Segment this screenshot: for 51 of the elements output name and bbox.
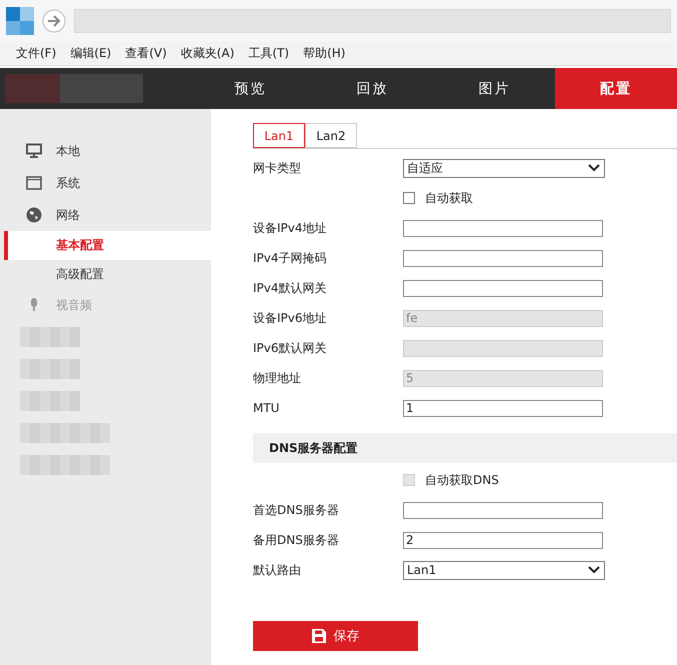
redacted-item [20,327,80,347]
chevron-down-icon [587,163,601,173]
nav-tab[interactable]: 预览 [190,68,312,109]
field-label: 首选DNS服务器 [253,502,340,518]
input-field[interactable] [403,250,603,266]
nav-tab[interactable]: 配置 [555,68,677,109]
sidebar-item[interactable]: 本地 [0,135,211,167]
field-label: 默认路由 [253,562,302,578]
input-field[interactable]: 2 [403,532,603,548]
menu-item[interactable]: 工具(T) [248,45,290,62]
menu-item[interactable]: 帮助(H) [303,45,346,62]
nav-tab[interactable]: 回放 [312,68,434,109]
input-field[interactable] [403,502,603,518]
field-label: 物理地址 [253,370,302,386]
window-icon [26,175,42,191]
monitor-icon [26,143,42,159]
input-field[interactable] [403,280,603,296]
dropdown[interactable]: Lan1 [403,560,605,580]
menu-item[interactable]: 收藏夹(A) [180,45,234,62]
field-label: 设备IPv4地址 [253,220,328,236]
section-header: DNS服务器配置 [253,433,677,463]
lan-tab[interactable]: Lan2 [305,123,357,148]
menu-item[interactable]: 文件(F) [16,45,56,62]
save-button[interactable]: 保存 [253,621,418,651]
dropdown[interactable]: 自适应 [403,158,605,178]
field-label: IPv6默认网关 [253,340,328,356]
input-field[interactable] [403,220,603,236]
redacted-item [20,359,80,379]
checkbox[interactable] [403,192,415,204]
input-field[interactable]: 1 [403,400,603,416]
field-label: IPv4子网掩码 [253,250,328,266]
browser-logo-icon [6,7,34,35]
globe-icon [26,207,42,223]
field-label: MTU [253,401,280,415]
lan-tab[interactable]: Lan1 [253,123,305,148]
field-label: IPv4默认网关 [253,280,328,296]
sidebar-item[interactable]: 系统 [0,167,211,199]
chevron-down-icon [587,565,601,575]
menu-item[interactable]: 查看(V) [125,45,167,62]
checkbox-label: 自动获取 [425,190,473,206]
sidebar-item[interactable]: 网络 [0,199,211,231]
redacted-item [20,391,80,411]
field-label: 备用DNS服务器 [253,532,340,548]
field-label: 网卡类型 [253,160,302,176]
checkbox-label: 自动获取DNS [425,472,499,488]
nav-tab[interactable]: 图片 [433,68,556,109]
field-label: 设备IPv6地址 [253,310,328,326]
forward-icon[interactable] [42,9,66,33]
sidebar-subitem[interactable]: 基本配置 [4,231,211,260]
sidebar-subitem[interactable]: 高级配置 [4,260,211,289]
menu-item[interactable]: 编辑(E) [70,45,112,62]
